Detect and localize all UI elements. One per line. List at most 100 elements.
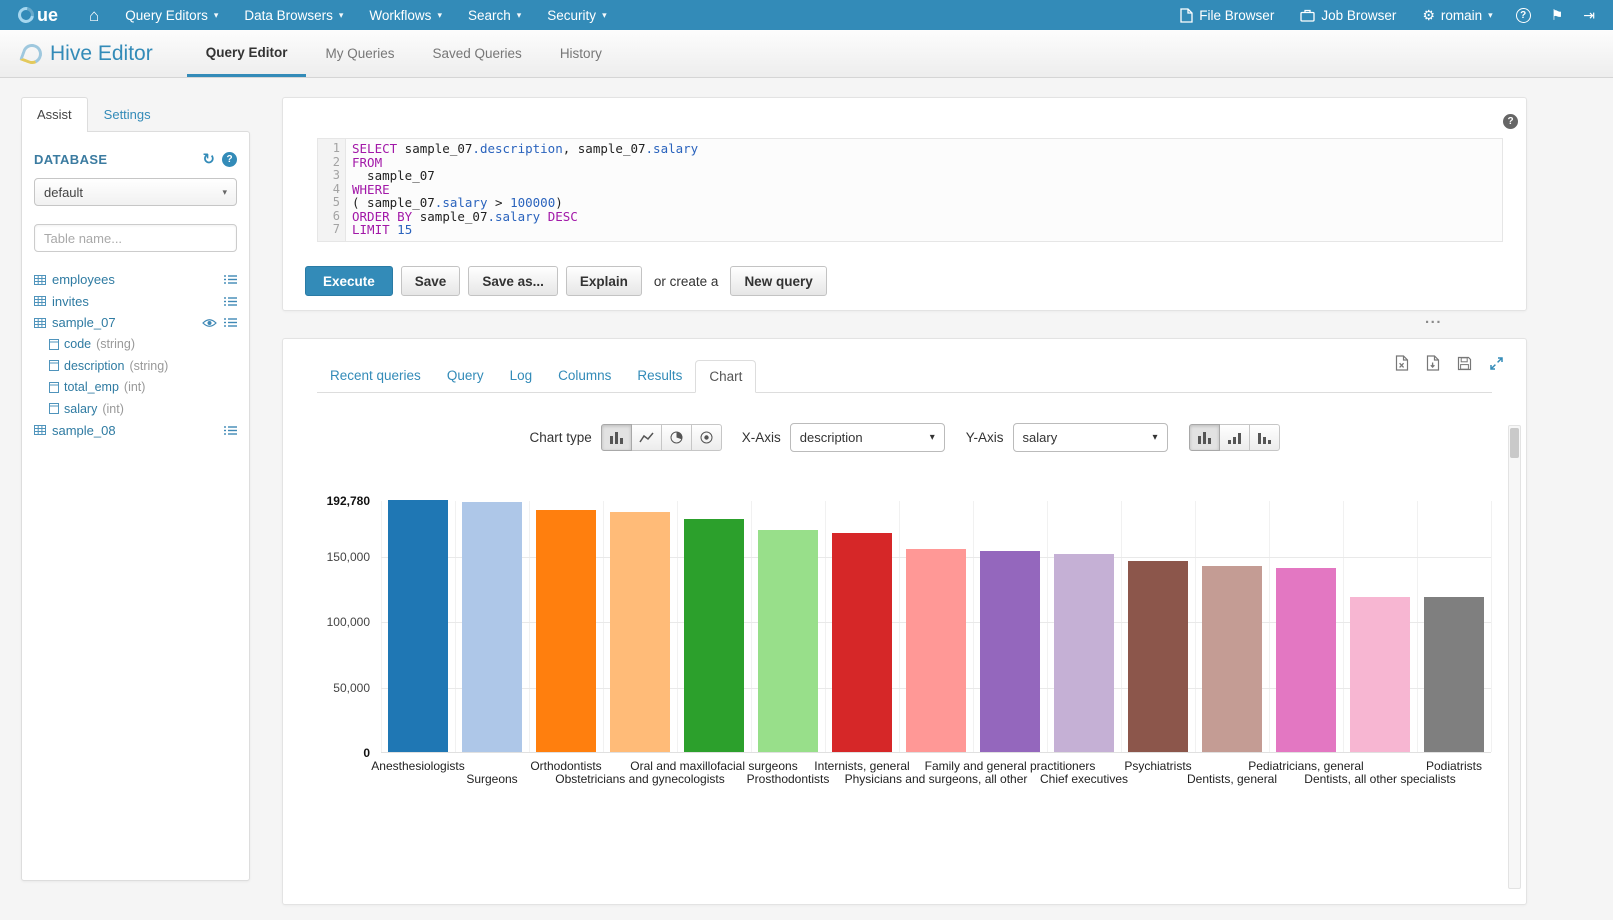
column-item-description[interactable]: description(string) xyxy=(34,355,237,377)
file-browser-button[interactable]: File Browser xyxy=(1167,0,1287,30)
resize-handle[interactable]: ... xyxy=(1425,310,1442,327)
x-axis-label: Psychiatrists xyxy=(1124,759,1191,773)
tab-history[interactable]: History xyxy=(541,30,621,77)
chart-type-map-button[interactable] xyxy=(691,424,722,451)
refresh-icon[interactable]: ↻ xyxy=(202,152,215,167)
top-navbar: ue ⌂ Query Editors▾Data Browsers▾Workflo… xyxy=(0,0,1613,30)
help-icon[interactable]: ? xyxy=(1503,114,1518,129)
app-title[interactable]: Hive Editor xyxy=(22,30,153,77)
help-button[interactable]: ? xyxy=(1506,0,1541,30)
sql-code: SELECT sample_07.description, sample_07.… xyxy=(346,139,1502,241)
column-item-total_emp[interactable]: total_emp(int) xyxy=(34,377,237,399)
y-axis-tick: 0 xyxy=(363,746,370,760)
sort-bars-desc-button[interactable] xyxy=(1249,424,1280,451)
line-icon xyxy=(639,431,654,444)
logout-icon: ⇥ xyxy=(1583,7,1595,24)
help-icon[interactable]: ? xyxy=(222,152,237,167)
file-browser-label: File Browser xyxy=(1199,8,1274,23)
table-item-invites[interactable]: invites xyxy=(34,291,237,313)
column-item-code[interactable]: code(string) xyxy=(34,334,237,356)
x-axis-label: Internists, general xyxy=(814,759,909,773)
y-axis-tick: 50,000 xyxy=(333,681,370,695)
column-item-salary[interactable]: salary(int) xyxy=(34,398,237,420)
topnav-menu-query-editors[interactable]: Query Editors▾ xyxy=(112,0,231,30)
job-browser-button[interactable]: Job Browser xyxy=(1287,0,1409,30)
tab-settings[interactable]: Settings xyxy=(88,97,167,131)
topnav-menu-search[interactable]: Search▾ xyxy=(455,0,534,30)
chart-type-pie-button[interactable] xyxy=(661,424,692,451)
chart-type-line-button[interactable] xyxy=(631,424,662,451)
export-csv-icon[interactable] xyxy=(1426,355,1440,371)
results-tab-chart[interactable]: Chart xyxy=(695,360,756,393)
editor-actions: Execute Save Save as... Explain or creat… xyxy=(305,266,827,296)
bars-desc-icon xyxy=(1257,431,1272,444)
explain-button[interactable]: Explain xyxy=(566,266,642,296)
results-tab-results[interactable]: Results xyxy=(624,360,695,393)
tab-saved-queries[interactable]: Saved Queries xyxy=(414,30,541,77)
topnav-menu-security[interactable]: Security▾ xyxy=(534,0,619,30)
chart-scrollbar[interactable] xyxy=(1508,425,1521,889)
code-line-3: sample_07 xyxy=(352,169,1502,183)
table-item-employees[interactable]: employees xyxy=(34,269,237,291)
bar-orthodontists xyxy=(536,510,595,752)
user-menu[interactable]: ⚙ romain ▾ xyxy=(1409,0,1505,30)
code-line-5: ( sample_07.salary > 100000) xyxy=(352,196,1502,210)
topnav-menu-data-browsers[interactable]: Data Browsers▾ xyxy=(231,0,356,30)
code-line-7: LIMIT 15 xyxy=(352,223,1502,237)
table-menu-icon[interactable] xyxy=(224,317,237,328)
sort-bars-button[interactable] xyxy=(1189,424,1220,451)
export-xls-icon[interactable] xyxy=(1395,355,1409,371)
logout-button[interactable]: ⇥ xyxy=(1573,0,1605,30)
table-item-sample_07[interactable]: sample_07 xyxy=(34,312,237,334)
sql-editor[interactable]: 1234567 SELECT sample_07.description, sa… xyxy=(317,138,1503,242)
results-tab-recent-queries[interactable]: Recent queries xyxy=(317,360,434,393)
results-tab-log[interactable]: Log xyxy=(497,360,546,393)
results-card: Recent queriesQueryLogColumnsResultsChar… xyxy=(282,338,1527,905)
chevron-down-icon: ▾ xyxy=(602,10,607,21)
results-tab-query[interactable]: Query xyxy=(434,360,497,393)
home-button[interactable]: ⌂ xyxy=(76,0,112,30)
tab-assist[interactable]: Assist xyxy=(21,97,88,132)
feedback-flag-button[interactable]: ⚑ xyxy=(1541,0,1574,30)
table-menu-icon[interactable] xyxy=(224,425,237,436)
y-axis-tick: 192,780 xyxy=(327,494,370,508)
tab-query-editor[interactable]: Query Editor xyxy=(187,30,307,77)
gridline-vertical xyxy=(1269,501,1270,752)
help-icon: ? xyxy=(1516,8,1531,23)
save-as-button[interactable]: Save as... xyxy=(468,266,558,296)
x-axis-label: Podiatrists xyxy=(1426,759,1482,773)
hue-logo-icon xyxy=(15,4,37,26)
save-button[interactable]: Save xyxy=(401,266,461,296)
table-menu-icon[interactable] xyxy=(224,274,237,285)
bar-dentists-general xyxy=(1202,566,1261,752)
column-icon xyxy=(49,339,59,350)
table-menu-icon[interactable] xyxy=(224,296,237,307)
database-select[interactable]: default ▾ xyxy=(34,178,237,206)
tab-my-queries[interactable]: My Queries xyxy=(306,30,413,77)
chart-type-label: Chart type xyxy=(529,430,591,445)
sort-bars-asc-button[interactable] xyxy=(1219,424,1250,451)
results-tab-columns[interactable]: Columns xyxy=(545,360,624,393)
topnav-menu-workflows[interactable]: Workflows▾ xyxy=(356,0,455,30)
x-axis-label: Family and general practitioners xyxy=(925,759,1096,773)
bars-icon xyxy=(1197,431,1212,444)
gridline-vertical xyxy=(899,501,900,752)
chart-controls: Chart type X-Axis description ▾ Y-Axis s… xyxy=(283,423,1526,452)
database-heading: DATABASE xyxy=(34,152,108,167)
x-axis-label: Anesthesiologists xyxy=(371,759,464,773)
preview-eye-icon[interactable] xyxy=(202,318,217,328)
save-results-icon[interactable] xyxy=(1457,356,1472,371)
chevron-down-icon: ▾ xyxy=(339,10,344,21)
table-item-sample_08[interactable]: sample_08 xyxy=(34,420,237,442)
fullscreen-icon[interactable] xyxy=(1489,356,1504,371)
new-query-button[interactable]: New query xyxy=(730,266,826,296)
table-filter-input[interactable] xyxy=(34,224,237,252)
execute-button[interactable]: Execute xyxy=(305,266,393,296)
chart-type-bars-button[interactable] xyxy=(601,424,632,451)
y-axis-tick: 100,000 xyxy=(327,615,370,629)
x-axis-select[interactable]: description ▾ xyxy=(790,423,945,452)
hue-logo[interactable]: ue xyxy=(18,5,58,26)
y-axis-select[interactable]: salary ▾ xyxy=(1013,423,1168,452)
scrollbar-thumb[interactable] xyxy=(1510,428,1519,458)
bar-obstetricians-and-gynecologists xyxy=(610,512,669,752)
